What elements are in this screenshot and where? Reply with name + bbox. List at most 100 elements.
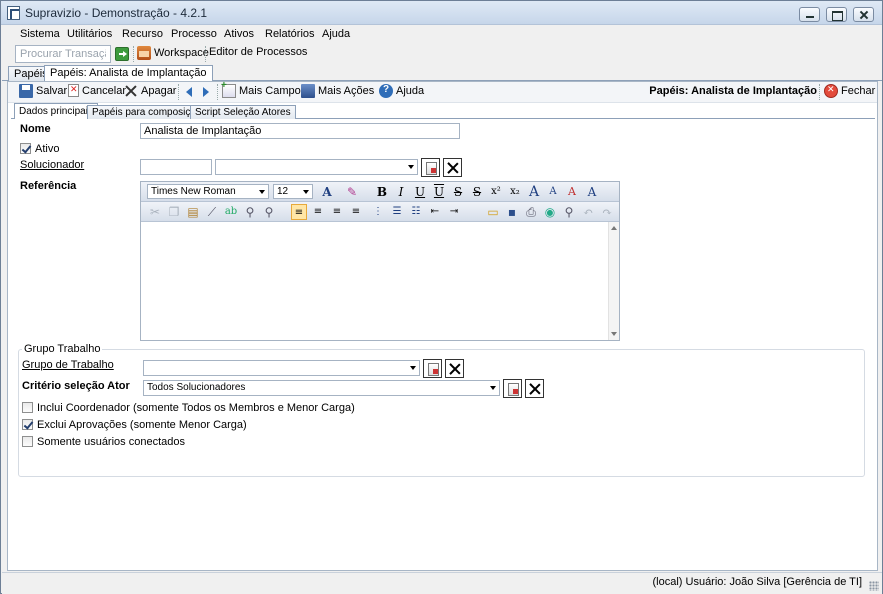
open-folder-icon[interactable]: ▭	[485, 204, 501, 220]
save-button[interactable]: Salvar	[19, 84, 67, 98]
undo-icon[interactable]: ↶	[580, 204, 596, 220]
shrink-font-icon[interactable]: A	[545, 184, 561, 200]
process-editor-button[interactable]: Editor de Processos	[209, 46, 821, 305]
arrow-right-icon	[203, 87, 209, 97]
grupo-trabalho-lookup-button[interactable]	[423, 359, 442, 378]
font-size-select[interactable]: 12	[273, 184, 313, 199]
italic-icon[interactable]: I	[393, 184, 409, 200]
menu-ajuda[interactable]: Ajuda	[322, 28, 350, 40]
cancel-button[interactable]: Cancelar	[68, 84, 126, 97]
align-justify-icon[interactable]: ≡	[348, 204, 364, 220]
chevron-down-icon	[490, 386, 496, 390]
menu-processo[interactable]: Processo	[171, 28, 217, 40]
main-window: Supravizio - Demonstração - 4.2.1 Sistem…	[0, 0, 883, 594]
delete-button[interactable]: Apagar	[124, 84, 176, 98]
ativo-checkbox[interactable]	[20, 143, 31, 154]
tab-script-selecao-atores[interactable]: Script Seleção Atores	[190, 105, 296, 119]
solucionador-label[interactable]: Solucionador	[20, 159, 84, 171]
solucionador-lookup-button[interactable]	[421, 158, 440, 177]
more-fields-label: Mais Campos	[239, 85, 307, 97]
criterio-selecao-select[interactable]: Todos Solucionadores	[143, 380, 500, 396]
editor-edit-toolbar: ✂ ❐ ▤ ⟋ ab ⚲ ⚲ ≡ ≡ ≡ ≡ ⋮ ☰ ☷ ⇤ ⇥ ▭ ▪ ⎙ ◉	[141, 202, 619, 222]
menu-relatorios[interactable]: Relatórios	[265, 28, 315, 40]
strikethrough-icon[interactable]: S	[450, 184, 466, 200]
tab-papel-analista[interactable]: Papéis: Analista de Implantação	[44, 65, 213, 81]
resize-grip-icon[interactable]	[869, 581, 879, 591]
close-window-button[interactable]	[853, 7, 874, 22]
find-icon[interactable]: ⚲	[242, 204, 258, 220]
cancel-icon	[68, 84, 79, 97]
workspace-label: Workspace	[154, 47, 209, 59]
tab-papeis-composicao[interactable]: Papéis para composição	[87, 105, 207, 119]
grow-font-icon[interactable]: A	[526, 184, 542, 200]
align-left-icon[interactable]: ≡	[291, 204, 307, 220]
criterio-lookup-button[interactable]	[503, 379, 522, 398]
spellcheck-icon[interactable]: ab	[223, 204, 239, 220]
highlight-color-icon[interactable]: ✎	[344, 184, 360, 200]
underline-icon[interactable]: U	[412, 184, 428, 200]
subscript-icon[interactable]: x₂	[507, 184, 523, 200]
solucionador-code-field[interactable]	[140, 159, 212, 175]
double-strikethrough-icon[interactable]: S	[469, 184, 485, 200]
decrease-indent-icon[interactable]: ⇤	[427, 204, 443, 220]
grupo-trabalho-clear-button[interactable]	[445, 359, 464, 378]
workspace-button[interactable]: Workspace	[137, 46, 209, 60]
grupo-trabalho-select[interactable]	[143, 360, 420, 376]
app-icon	[7, 6, 20, 20]
save-file-icon[interactable]: ▪	[504, 204, 520, 220]
increase-indent-icon[interactable]: ⇥	[446, 204, 462, 220]
chevron-down-icon	[303, 190, 309, 194]
close-record-button[interactable]: Fechar	[824, 84, 875, 98]
align-center-icon[interactable]: ≡	[310, 204, 326, 220]
next-record-button[interactable]	[203, 87, 209, 97]
more-fields-button[interactable]: Mais Campos	[221, 80, 307, 98]
align-right-icon[interactable]: ≡	[329, 204, 345, 220]
clear-format-icon[interactable]: A	[564, 184, 580, 200]
rich-text-editor: Times New Roman 12 A ✎ B I U U S S x² x₂…	[140, 181, 620, 341]
more-actions-button[interactable]: Mais Ações ▼	[301, 84, 386, 98]
go-arrow-icon[interactable]	[115, 47, 129, 61]
print-preview-icon[interactable]: ◉	[542, 204, 558, 220]
tab-dados-principais[interactable]: Dados principais	[14, 103, 98, 119]
solucionador-select[interactable]	[215, 159, 418, 175]
menu-recurso[interactable]: Recurso	[122, 28, 163, 40]
toolbar-separator	[217, 84, 218, 100]
document-tabs: Papéis Papéis: Analista de Implantação	[2, 65, 882, 81]
search-transaction-input[interactable]	[15, 45, 111, 63]
inclui-coordenador-checkbox[interactable]	[22, 402, 33, 413]
maximize-button[interactable]	[826, 7, 847, 22]
criterio-clear-button[interactable]	[525, 379, 544, 398]
menu-utilitarios[interactable]: Utilitários	[67, 28, 112, 40]
chevron-down-icon	[259, 190, 265, 194]
menu-sistema[interactable]: Sistema	[20, 28, 60, 40]
replace-icon[interactable]: ⚲	[261, 204, 277, 220]
editor-scrollbar[interactable]	[608, 222, 619, 340]
page-setup-icon[interactable]: ⚲	[561, 204, 577, 220]
minimize-button[interactable]	[799, 7, 820, 22]
numbered-list-icon[interactable]: ⋮	[370, 204, 386, 220]
multilevel-list-icon[interactable]: ☷	[408, 204, 424, 220]
previous-record-button[interactable]	[186, 87, 192, 97]
double-underline-icon[interactable]: U	[431, 184, 447, 200]
cut-icon[interactable]: ✂	[147, 204, 163, 220]
somente-conectados-label: Somente usuários conectados	[37, 436, 185, 448]
help-button[interactable]: Ajuda	[379, 84, 424, 98]
bold-icon[interactable]: B	[374, 184, 390, 200]
nome-field[interactable]: Analista de Implantação	[140, 123, 460, 139]
redo-icon[interactable]: ↷	[599, 204, 615, 220]
font-dialog-icon[interactable]: A	[584, 184, 600, 200]
copy-icon[interactable]: ❐	[166, 204, 182, 220]
somente-conectados-checkbox[interactable]	[22, 436, 33, 447]
superscript-icon[interactable]: x²	[488, 184, 504, 200]
font-color-icon[interactable]: A	[319, 184, 335, 200]
solucionador-clear-button[interactable]	[443, 158, 462, 177]
menu-ativos[interactable]: Ativos	[224, 28, 254, 40]
print-icon[interactable]: ⎙	[523, 204, 539, 220]
paste-icon[interactable]: ▤	[185, 204, 201, 220]
exclui-aprovacoes-checkbox[interactable]	[22, 419, 33, 430]
format-painter-icon[interactable]: ⟋	[204, 204, 220, 220]
more-actions-label: Mais Ações	[318, 85, 375, 97]
font-family-select[interactable]: Times New Roman	[147, 184, 269, 199]
grupo-trabalho-label[interactable]: Grupo de Trabalho	[22, 359, 114, 371]
bullet-list-icon[interactable]: ☰	[389, 204, 405, 220]
